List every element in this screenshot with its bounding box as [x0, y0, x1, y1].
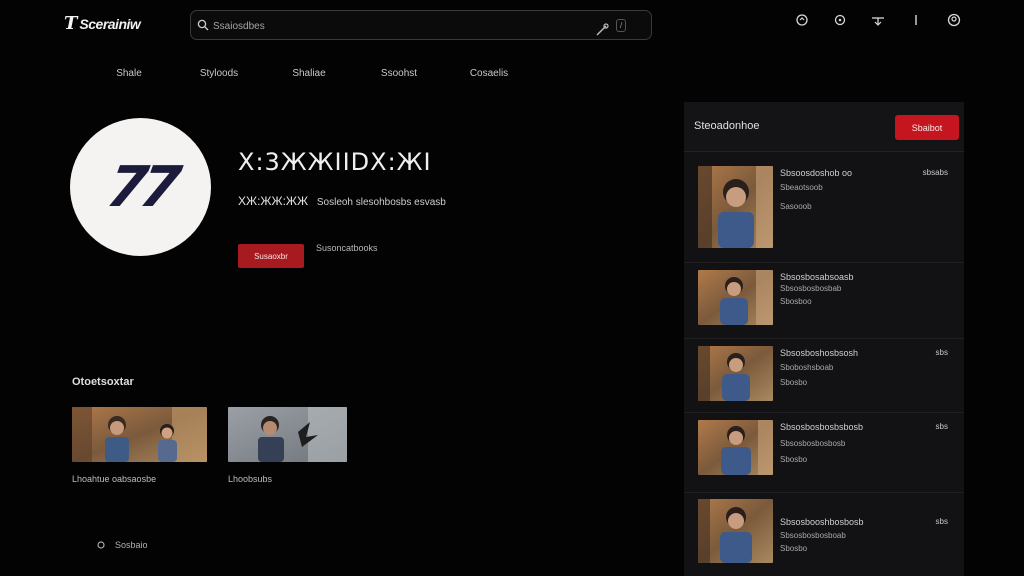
video-thumbnail: [698, 499, 773, 563]
avatar-text: 77: [101, 154, 180, 220]
nav-item-2[interactable]: Shaliae: [264, 68, 354, 79]
settings-icon: [97, 541, 105, 549]
channel-stats: Sosleoh slesohbosbs esvasb: [316, 197, 446, 208]
divider: [684, 492, 964, 493]
item-duration: sbs: [935, 517, 948, 526]
item-meta: Sbosboo: [780, 297, 812, 306]
voice-search-icon[interactable]: [595, 23, 609, 37]
site-logo[interactable]: T Scerainiw: [64, 13, 141, 34]
footer-link-label: Sosbaio: [115, 540, 148, 550]
account-icon[interactable]: [946, 12, 962, 28]
nav-item-3[interactable]: Ssoohst: [354, 68, 444, 79]
upload-icon[interactable]: [870, 12, 886, 28]
shelf-card[interactable]: Lhoobsubs: [228, 407, 347, 484]
item-channel: Sbsosbosbosbosb: [780, 439, 846, 448]
cast-icon[interactable]: [794, 12, 810, 28]
shelf-title: Otoetsoxtar: [72, 376, 134, 388]
search-icon: [197, 19, 209, 31]
divider: [684, 412, 964, 413]
shelf-card-title: Lhoahtue oabsaosbe: [72, 474, 157, 484]
logo-text: Scerainiw: [79, 15, 141, 32]
notifications-icon[interactable]: [832, 12, 848, 28]
search-shortcut-hint: /: [616, 19, 627, 32]
header-actions: [794, 12, 962, 28]
video-thumbnail: [698, 346, 773, 401]
item-meta: Sbosbo: [780, 378, 808, 387]
item-meta: Sasooob: [780, 202, 812, 211]
item-channel: Sboboshsboab: [780, 363, 834, 372]
video-thumbnail: [698, 270, 773, 325]
item-duration: sbs: [935, 348, 948, 357]
item-title: Sbsosbooshbosbosb: [780, 517, 864, 527]
search-bar[interactable]: /: [190, 10, 652, 40]
channel-avatar[interactable]: 77: [70, 118, 211, 256]
divider: [684, 338, 964, 339]
menu-icon[interactable]: [908, 12, 924, 28]
divider: [684, 262, 964, 263]
logo-mark: T: [64, 13, 78, 34]
channel-more-link[interactable]: Susoncatbooks: [316, 243, 378, 253]
item-duration: sbsabs: [922, 168, 948, 177]
item-meta: Sbosbo: [780, 455, 808, 464]
channel-nav: Shale Styloods Shaliae Ssoohst Cosaelis: [84, 68, 534, 79]
nav-item-4[interactable]: Cosaelis: [444, 68, 534, 79]
shelf-card-title: Lhoobsubs: [228, 474, 273, 484]
up-next-panel: Steoadonhoe Sbaibot Sbsoosdoshob oo Sbea…: [684, 102, 964, 576]
nav-item-1[interactable]: Styloods: [174, 68, 264, 79]
panel-title: Steoadonhoe: [694, 120, 760, 132]
item-meta: Sbosbo: [780, 544, 808, 553]
top-bar: T Scerainiw /: [0, 0, 1024, 52]
item-title: Sbsosbosabsoasb: [780, 272, 854, 282]
video-thumbnail: [72, 407, 207, 462]
nav-item-0[interactable]: Shale: [84, 68, 174, 79]
item-channel: Sbsosbosbosboab: [780, 531, 846, 540]
shelf-card[interactable]: Lhoahtue oabsaosbe: [72, 407, 207, 484]
item-duration: sbs: [935, 422, 948, 431]
video-thumbnail: [698, 420, 773, 475]
channel-name: X:3ЖЖIIDX:ЖI: [238, 148, 432, 176]
subscribe-button[interactable]: Susaoxbr: [238, 244, 304, 268]
panel-action-button[interactable]: Sbaibot: [895, 115, 959, 140]
item-title: Sbsosbosbosbsbosb: [780, 422, 864, 432]
channel-handle: XЖ:ЖЖ:ЖЖ: [238, 194, 309, 208]
video-thumbnail: [228, 407, 347, 462]
panel-header: Steoadonhoe Sbaibot: [684, 102, 964, 152]
item-channel: Sbeaotsoob: [780, 183, 823, 192]
item-channel: Sbsosbosbosbab: [780, 284, 842, 293]
channel-meta: XЖ:ЖЖ:ЖЖ Sosleoh slesohbosbs esvasb: [238, 194, 446, 208]
video-thumbnail: [698, 166, 773, 248]
item-title: Sbsosboshosbsosh: [780, 348, 859, 358]
footer-link[interactable]: Sosbaio: [96, 540, 148, 550]
item-title: Sbsoosdoshob oo: [780, 168, 853, 178]
search-input[interactable]: [213, 16, 573, 36]
